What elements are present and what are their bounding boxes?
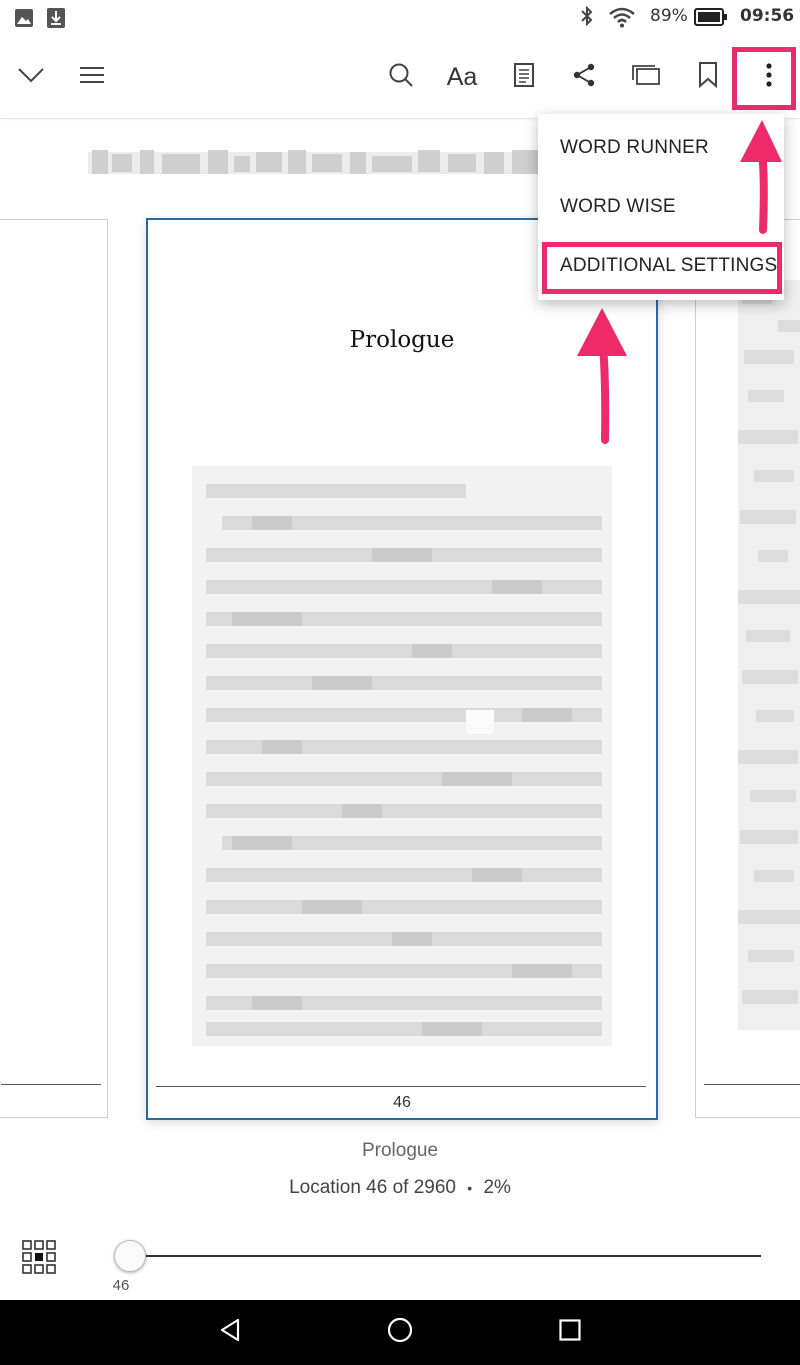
share-button[interactable] — [561, 54, 607, 100]
table-of-contents-button[interactable] — [69, 54, 115, 100]
status-bar: 89% 09:56 — [0, 0, 800, 36]
grid-view-icon — [22, 1240, 56, 1278]
blurred-page-text — [192, 466, 612, 1046]
battery-icon — [694, 8, 728, 30]
back-button[interactable] — [210, 1312, 250, 1352]
clock: 09:56 — [740, 6, 795, 26]
annotation-arrow-up-icon — [740, 120, 782, 234]
location-info: Location 46 of 2960 • 2% — [0, 1177, 800, 1199]
font-settings-button[interactable]: Aa — [439, 54, 485, 100]
location-slider-track[interactable] — [120, 1255, 761, 1257]
home-circle-icon — [387, 1317, 413, 1347]
current-chapter-label: Prologue — [361, 1140, 439, 1161]
book-title-blurred — [88, 146, 548, 176]
location-text: Location 46 of 2960 — [289, 1177, 456, 1198]
system-navigation-bar — [0, 1300, 800, 1365]
slider-value-label: 46 — [112, 1277, 130, 1294]
search-icon — [388, 62, 414, 92]
notes-icon — [514, 63, 534, 91]
page-footer-rule — [1, 1084, 101, 1085]
page-flip-button[interactable] — [623, 54, 669, 100]
reader-toolbar: Aa — [0, 36, 800, 119]
chevron-down-icon — [17, 67, 45, 87]
bookmark-button[interactable] — [685, 54, 731, 100]
bluetooth-icon — [578, 5, 596, 33]
highlight-additional-settings — [542, 242, 782, 294]
blurred-page-text — [738, 280, 800, 1030]
wifi-icon — [608, 6, 636, 32]
page-footer-rule — [156, 1086, 646, 1087]
page-flip-icon — [632, 65, 660, 89]
previous-page-thumbnail[interactable] — [0, 219, 108, 1118]
notes-button[interactable] — [501, 54, 547, 100]
bookmark-icon — [698, 62, 718, 92]
share-icon — [572, 63, 596, 91]
menu-icon — [79, 66, 105, 88]
home-button[interactable] — [380, 1312, 420, 1352]
recent-apps-square-icon — [559, 1319, 581, 1345]
highlight-more-options — [732, 47, 796, 110]
recent-apps-button[interactable] — [550, 1312, 590, 1352]
page-footer-rule — [704, 1084, 800, 1085]
image-notification-icon — [14, 8, 34, 32]
page-number: 46 — [393, 1094, 411, 1111]
grid-view-button[interactable] — [22, 1240, 56, 1274]
separator: • — [467, 1179, 473, 1196]
annotation-arrow-up-icon — [577, 308, 627, 444]
collapse-button[interactable] — [8, 54, 54, 100]
search-button[interactable] — [378, 54, 424, 100]
next-page-thumbnail[interactable] — [695, 219, 800, 1118]
location-slider-thumb[interactable] — [114, 1240, 147, 1272]
back-triangle-icon — [218, 1318, 242, 1346]
font-settings-icon: Aa — [446, 62, 478, 91]
location-percent: 2% — [483, 1177, 511, 1198]
download-notification-icon — [46, 7, 66, 33]
battery-percent: 89% — [650, 6, 688, 26]
